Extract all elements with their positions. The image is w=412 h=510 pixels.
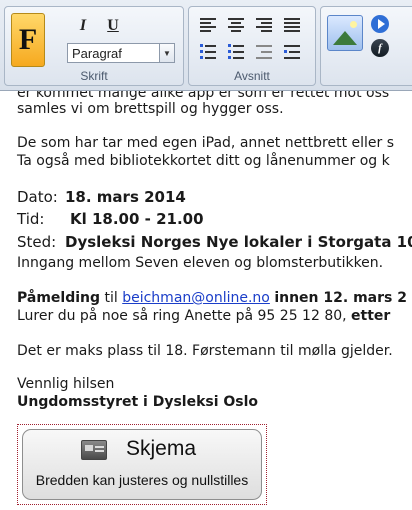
bullet-list-icon[interactable] [197, 41, 219, 61]
signup-to: til [104, 290, 118, 306]
time-row: Tid: Kl 18.00 - 21.00 [17, 209, 204, 229]
form-icon [81, 440, 107, 460]
align-center-icon[interactable] [225, 15, 247, 35]
greeting-line: Vennlig hilsen [17, 376, 115, 392]
paragraph-style-value: Paragraf [72, 46, 122, 61]
intro-line-2: samles vi om brettspill og hygger oss. [17, 101, 284, 117]
date-value: 18. mars 2014 [65, 188, 186, 206]
play-icon[interactable] [371, 15, 389, 33]
underline-button[interactable]: U [103, 17, 123, 35]
signup-deadline: innen 12. mars 2 [274, 290, 407, 306]
ipad-line-1: De som har tar med egen iPad, annet nett… [17, 135, 395, 151]
questions-bold: etter [351, 308, 391, 324]
italic-button[interactable]: I [73, 17, 93, 35]
time-value: Kl 18.00 - 21.00 [70, 210, 204, 228]
schema-selection-frame: Skjema Bredden kan justeres og nullstill… [17, 424, 267, 505]
signup-email-link[interactable]: beichman@online.no [122, 290, 270, 306]
signature-line: Ungdomsstyret i Dysleksi Oslo [17, 394, 259, 410]
schema-title: Skjema [126, 437, 197, 460]
place-value: Dysleksi Norges Nye lokaler i Storgata 1… [65, 233, 412, 251]
date-row: Dato: 18. mars 2014 [17, 187, 186, 207]
paragraph-group-label: Avsnitt [234, 69, 270, 83]
font-group-label: Skrift [80, 69, 108, 83]
entrance-line: Inngang mellom Seven eleven og blomsterb… [17, 255, 384, 271]
font-group: F I U Paragraf ▼ Skrift [4, 6, 184, 86]
align-justify-icon[interactable] [281, 15, 303, 35]
schema-subtitle: Bredden kan justeres og nullstilles [35, 472, 249, 488]
align-left-icon[interactable] [197, 15, 219, 35]
signup-line: Påmelding til beichman@online.no innen 1… [17, 289, 407, 307]
signup-bold: Påmelding [17, 290, 101, 306]
paragraph-style-select[interactable]: Paragraf ▼ [67, 43, 175, 63]
place-label: Sted: [17, 233, 57, 251]
document-editor[interactable]: er kommet mange alike app er som er rett… [0, 91, 412, 510]
insert-group: f [320, 6, 412, 86]
image-icon[interactable] [327, 15, 363, 51]
paragraph-group: Avsnitt [188, 6, 316, 86]
indent-icon[interactable] [281, 41, 303, 61]
date-label: Dato: [17, 188, 58, 206]
ribbon-toolbar: F I U Paragraf ▼ Skrift Avsnitt f [0, 0, 412, 91]
numbered-list-icon[interactable] [225, 41, 247, 61]
chevron-down-icon[interactable]: ▼ [159, 44, 174, 62]
outdent-icon[interactable] [253, 41, 275, 61]
questions-line: Lurer du på noe så ring Anette på 95 25 … [17, 307, 390, 325]
questions-text: Lurer du på noe så ring Anette på 95 25 … [17, 308, 347, 324]
flash-icon[interactable]: f [371, 39, 389, 57]
place-row: Sted: Dysleksi Norges Nye lokaler i Storg… [17, 232, 412, 252]
ipad-line-2: Ta også med bibliotekkortet ditt og låne… [17, 153, 390, 169]
font-button[interactable]: F [11, 13, 45, 67]
time-label: Tid: [17, 210, 45, 228]
align-right-icon[interactable] [253, 15, 275, 35]
max-places-line: Det er maks plass til 18. Førstemann til… [17, 343, 393, 359]
schema-button[interactable]: Skjema Bredden kan justeres og nullstill… [22, 429, 262, 500]
